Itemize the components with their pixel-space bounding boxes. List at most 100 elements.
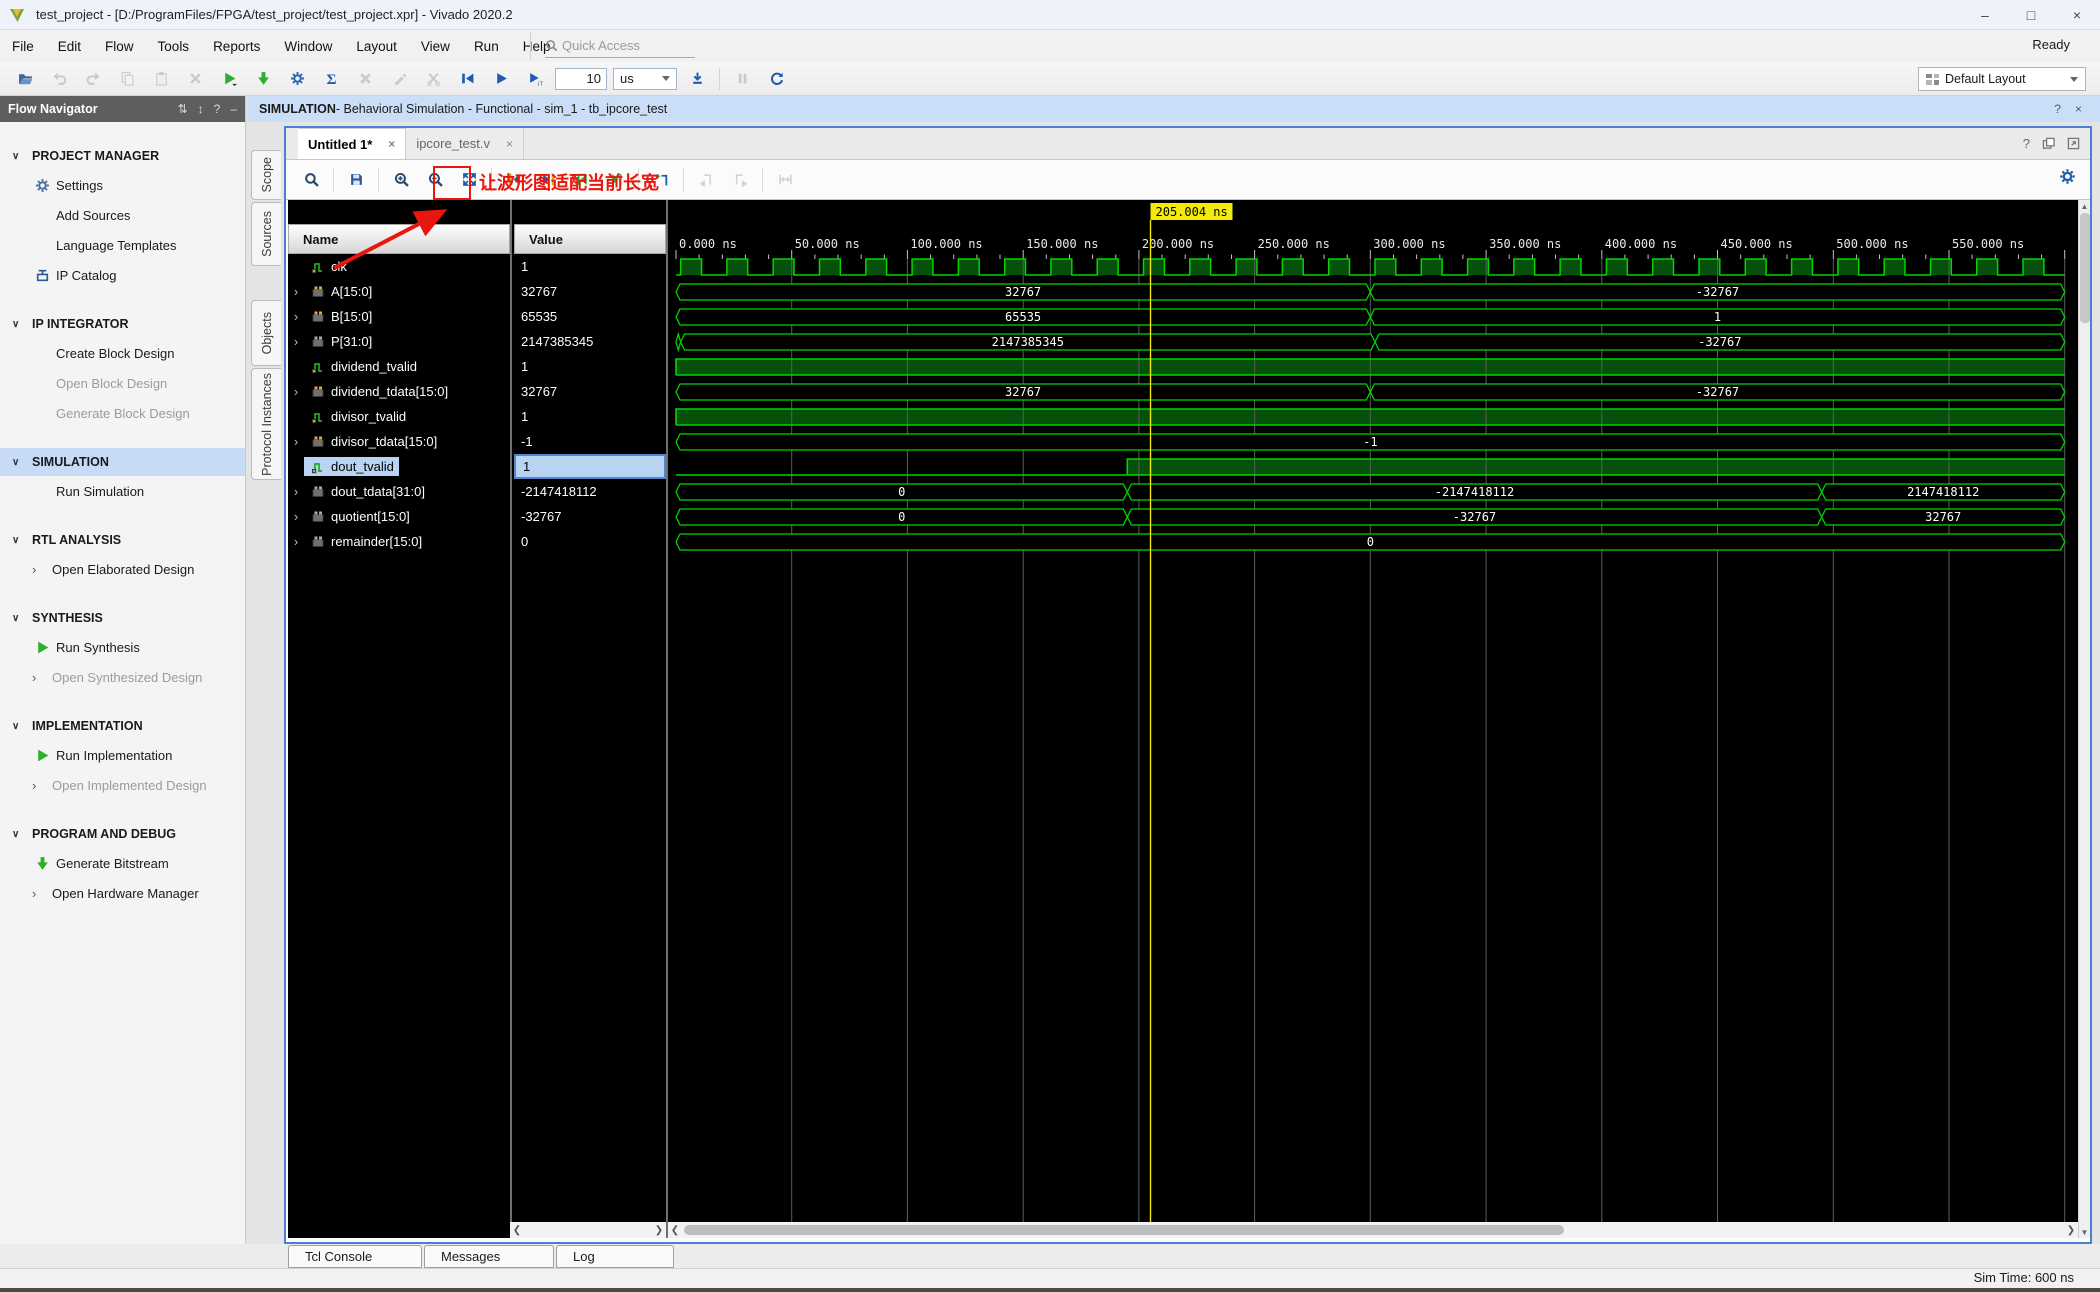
sidebar-section-synthesis[interactable]: ∨ SYNTHESIS bbox=[0, 604, 245, 632]
signal-name-cell[interactable]: A[15:0] bbox=[304, 282, 377, 301]
value-column-header[interactable]: Value bbox=[514, 224, 666, 254]
run-all-icon[interactable] bbox=[487, 67, 515, 91]
signal-row[interactable]: › P[31:0] bbox=[288, 329, 510, 354]
scroll-up-icon[interactable]: ▲ bbox=[2079, 200, 2090, 212]
find-icon[interactable] bbox=[298, 167, 324, 193]
restart-simulation-icon[interactable] bbox=[453, 67, 481, 91]
name-panel-hscrollbar[interactable]: ❮ ❯ bbox=[510, 1222, 666, 1238]
sidebar-item-generate-bitstream[interactable]: Generate Bitstream bbox=[0, 848, 245, 878]
signal-row[interactable]: › dout_tdata[31:0] bbox=[288, 479, 510, 504]
signal-name-cell[interactable]: dout_tvalid bbox=[304, 457, 399, 476]
menu-layout[interactable]: Layout bbox=[344, 35, 409, 58]
sidebar-item-run-implementation[interactable]: Run Implementation bbox=[0, 740, 245, 770]
sidebar-item-add-sources[interactable]: Add Sources bbox=[0, 200, 245, 230]
signal-row[interactable]: › B[15:0] bbox=[288, 304, 510, 329]
sidebar-section-rtl-analysis[interactable]: ∨ RTL ANALYSIS bbox=[0, 526, 245, 554]
signal-row[interactable]: dout_tvalid bbox=[288, 454, 510, 479]
collapse-all-icon[interactable]: ⇅ bbox=[178, 102, 188, 116]
scroll-left-icon[interactable]: ❮ bbox=[668, 1225, 682, 1236]
signal-name-cell[interactable]: divisor_tvalid bbox=[304, 407, 411, 426]
search-input[interactable]: Quick Access bbox=[545, 34, 695, 58]
expand-icon[interactable]: › bbox=[288, 434, 304, 449]
run-time-input[interactable]: 10 bbox=[555, 67, 607, 90]
signal-row[interactable]: › divisor_tdata[15:0] bbox=[288, 429, 510, 454]
report-sigma-icon[interactable]: Σ bbox=[317, 67, 345, 91]
tab-untitled-1-[interactable]: Untitled 1* × bbox=[298, 128, 407, 159]
menu-view[interactable]: View bbox=[409, 35, 462, 58]
expand-all-icon[interactable]: ↕ bbox=[198, 102, 204, 116]
expand-icon[interactable]: › bbox=[288, 284, 304, 299]
close-button[interactable]: × bbox=[2054, 0, 2100, 30]
wave-settings-gear-icon[interactable] bbox=[2059, 168, 2076, 188]
signal-row[interactable]: divisor_tvalid bbox=[288, 404, 510, 429]
maximize-window-icon[interactable] bbox=[2067, 137, 2080, 150]
side-tab-scope[interactable]: Scope bbox=[251, 150, 281, 200]
settings-gear-icon[interactable] bbox=[283, 67, 311, 91]
scrollbar-thumb[interactable] bbox=[2080, 213, 2090, 323]
signal-value-cell[interactable]: 0 bbox=[514, 529, 666, 554]
signal-value-cell[interactable]: -2147418112 bbox=[514, 479, 666, 504]
signal-name-cell[interactable]: remainder[15:0] bbox=[304, 532, 427, 551]
signal-name-cell[interactable]: dividend_tvalid bbox=[304, 357, 422, 376]
save-icon[interactable] bbox=[343, 167, 369, 193]
signal-name-cell[interactable]: quotient[15:0] bbox=[304, 507, 415, 526]
side-tab-sources[interactable]: Sources bbox=[251, 202, 281, 266]
expand-icon[interactable]: › bbox=[288, 484, 304, 499]
sidebar-item-create-block-design[interactable]: Create Block Design bbox=[0, 338, 245, 368]
signal-row[interactable]: › A[15:0] bbox=[288, 279, 510, 304]
signal-value-cell[interactable]: -32767 bbox=[514, 504, 666, 529]
relaunch-icon[interactable] bbox=[762, 67, 790, 91]
signal-value-cell[interactable]: 2147385345 bbox=[514, 329, 666, 354]
waveform-canvas[interactable]: 0.000 ns 50.000 ns 100.000 ns 150.000 ns 200… bbox=[668, 200, 2078, 1222]
sidebar-section-ip-integrator[interactable]: ∨ IP INTEGRATOR bbox=[0, 310, 245, 338]
signal-name-cell[interactable]: B[15:0] bbox=[304, 307, 377, 326]
menu-window[interactable]: Window bbox=[272, 35, 344, 58]
signal-name-cell[interactable]: divisor_tdata[15:0] bbox=[304, 432, 442, 451]
signal-value-cell[interactable]: 32767 bbox=[514, 379, 666, 404]
tab-log[interactable]: Log bbox=[556, 1245, 674, 1268]
scrollbar-thumb[interactable] bbox=[684, 1225, 1564, 1235]
sidebar-item-open-elaborated-design[interactable]: › Open Elaborated Design bbox=[0, 554, 245, 584]
vertical-scrollbar[interactable]: ▲ ▼ bbox=[2078, 200, 2090, 1238]
menu-edit[interactable]: Edit bbox=[46, 35, 93, 58]
maximize-button[interactable]: □ bbox=[2008, 0, 2054, 30]
run-for-time-icon[interactable]: (T) bbox=[521, 67, 549, 91]
scroll-down-icon[interactable]: ▼ bbox=[2079, 1226, 2090, 1238]
generate-bitstream-icon[interactable] bbox=[249, 67, 277, 91]
open-project-icon[interactable] bbox=[11, 67, 39, 91]
sidebar-item-open-hardware-manager[interactable]: › Open Hardware Manager bbox=[0, 878, 245, 908]
signal-value-cell[interactable]: 32767 bbox=[514, 279, 666, 304]
signal-name-cell[interactable]: P[31:0] bbox=[304, 332, 377, 351]
sidebar-section-program-and-debug[interactable]: ∨ PROGRAM AND DEBUG bbox=[0, 820, 245, 848]
signal-row[interactable]: dividend_tvalid bbox=[288, 354, 510, 379]
help-icon[interactable]: ? bbox=[214, 102, 221, 116]
expand-icon[interactable]: › bbox=[288, 534, 304, 549]
signal-row[interactable]: › dividend_tdata[15:0] bbox=[288, 379, 510, 404]
signal-name-cell[interactable]: dividend_tdata[15:0] bbox=[304, 382, 453, 401]
signal-value-cell[interactable]: 65535 bbox=[514, 304, 666, 329]
sidebar-section-simulation[interactable]: ∨ SIMULATION bbox=[0, 448, 245, 476]
menu-flow[interactable]: Flow bbox=[93, 35, 146, 58]
sidebar-item-ip-catalog[interactable]: IP Catalog bbox=[0, 260, 245, 290]
signal-value-cell[interactable]: 1 bbox=[514, 254, 666, 279]
menu-file[interactable]: File bbox=[0, 35, 46, 58]
minimize-panel-icon[interactable]: – bbox=[230, 102, 237, 116]
expand-icon[interactable]: › bbox=[288, 384, 304, 399]
signal-value-cell[interactable]: 1 bbox=[514, 454, 666, 479]
signal-value-cell[interactable]: 1 bbox=[514, 354, 666, 379]
layout-selector-dropdown[interactable]: Default Layout bbox=[1918, 67, 2086, 91]
menu-tools[interactable]: Tools bbox=[146, 35, 202, 58]
sidebar-item-run-synthesis[interactable]: Run Synthesis bbox=[0, 632, 245, 662]
close-icon[interactable]: × bbox=[388, 137, 395, 151]
signal-row[interactable]: › remainder[15:0] bbox=[288, 529, 510, 554]
sidebar-item-settings[interactable]: Settings bbox=[0, 170, 245, 200]
time-unit-dropdown[interactable]: us bbox=[613, 67, 677, 90]
menu-reports[interactable]: Reports bbox=[201, 35, 272, 58]
zoom-in-icon[interactable] bbox=[388, 167, 414, 193]
scroll-right-icon[interactable]: ❯ bbox=[652, 1225, 666, 1236]
run-icon[interactable] bbox=[215, 67, 243, 91]
signal-name-cell[interactable]: dout_tdata[31:0] bbox=[304, 482, 430, 501]
close-icon[interactable]: × bbox=[2075, 102, 2082, 116]
sidebar-section-project-manager[interactable]: ∨ PROJECT MANAGER bbox=[0, 142, 245, 170]
scroll-right-icon[interactable]: ❯ bbox=[2064, 1225, 2078, 1236]
